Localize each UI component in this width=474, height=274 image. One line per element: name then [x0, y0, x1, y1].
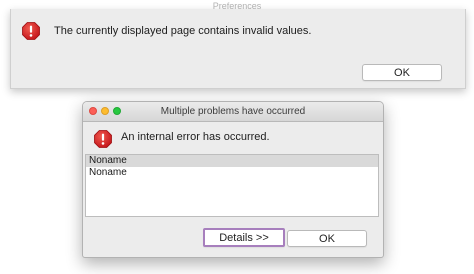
details-button[interactable]: Details >> [203, 228, 285, 247]
ok-button[interactable]: OK [287, 230, 367, 247]
multiple-problems-dialog: Multiple problems have occurred An inter… [82, 101, 384, 258]
screen: Preferences The currently displayed page… [0, 0, 474, 274]
dialog-message: An internal error has occurred. [121, 131, 270, 143]
dialog-titlebar[interactable]: Multiple problems have occurred [83, 102, 383, 122]
error-icon [94, 130, 112, 148]
list-item[interactable]: Noname [86, 167, 378, 179]
problem-list[interactable]: Noname Noname [85, 154, 379, 217]
list-item[interactable]: Noname [86, 155, 378, 167]
validation-alert-sheet: The currently displayed page contains in… [10, 9, 466, 89]
alert-message: The currently displayed page contains in… [54, 25, 312, 37]
ok-button[interactable]: OK [362, 64, 442, 81]
error-icon [22, 22, 40, 40]
dialog-title: Multiple problems have occurred [160, 106, 306, 117]
